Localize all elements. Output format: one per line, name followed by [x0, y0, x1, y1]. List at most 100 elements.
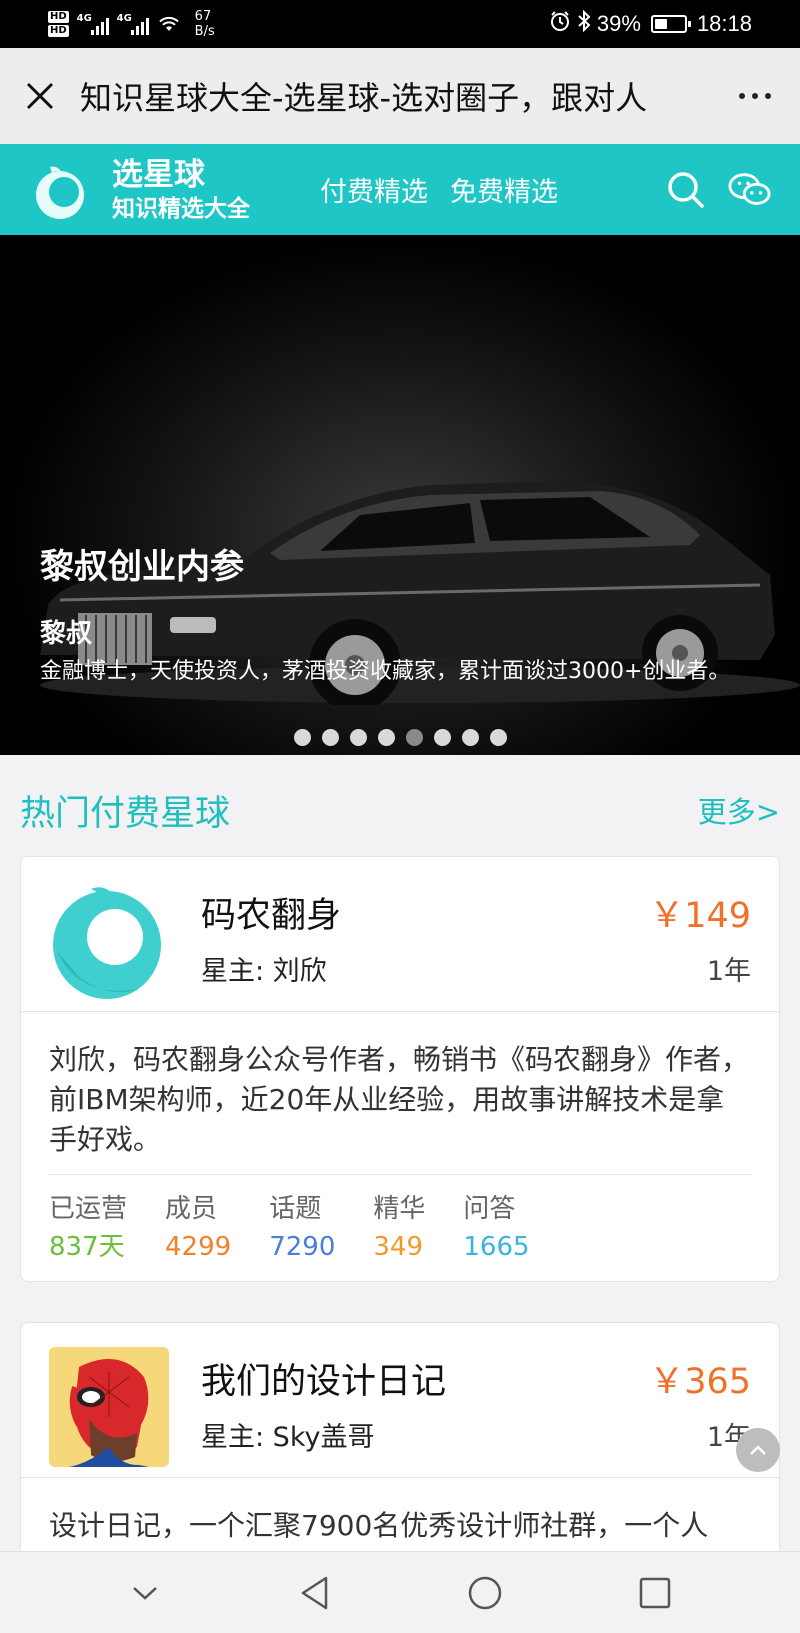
- webview-titlebar: 知识星球大全-选星球-选对圈子，跟对人: [0, 48, 800, 144]
- stat-item: 已运营 837天: [49, 1191, 127, 1267]
- banner-description: 金融博士，天使投资人，茅酒投资收藏家，累计面谈过3000+创业者。: [40, 659, 731, 684]
- hd-indicator: HD HD: [48, 10, 69, 38]
- search-icon: [668, 171, 704, 208]
- close-icon: [26, 82, 54, 110]
- brand-subtitle: 知识精选大全: [112, 195, 250, 222]
- network-speed-unit: B/s: [194, 24, 215, 39]
- card-stats: 已运营 837天 成员 4299 话题 7290 精华 349 问答 1665: [21, 1175, 779, 1267]
- card-description: 刘欣，码农翻身公众号作者，畅销书《码农翻身》作者，前IBM架构师，近20年从业经…: [49, 1043, 750, 1156]
- wechat-icon: [728, 172, 771, 205]
- clock: 18:18: [696, 11, 752, 36]
- section-title: 热门付费星球: [20, 793, 231, 834]
- hd-badge-2: HD: [48, 25, 69, 37]
- planet-card[interactable]: 我们的设计日记 星主: Sky盖哥 ￥365 1年 设计日记，一个汇聚7900名…: [20, 1322, 780, 1582]
- carousel-dot[interactable]: [461, 729, 479, 746]
- card-name: 我们的设计日记: [201, 1362, 447, 1402]
- stat-value: 837天: [49, 1232, 125, 1262]
- recents-button[interactable]: [625, 1563, 685, 1623]
- card-name: 码农翻身: [201, 896, 342, 936]
- carousel-dot[interactable]: [433, 729, 451, 746]
- alarm-icon: [549, 10, 571, 38]
- nav-paid-picks[interactable]: 付费精选: [320, 170, 428, 209]
- card-period: 1年: [706, 956, 751, 987]
- signal-icon-1: 4G: [77, 13, 109, 35]
- card-price: ￥149: [649, 896, 751, 936]
- stat-value: 4299: [165, 1232, 232, 1262]
- wechat-button[interactable]: [728, 168, 772, 212]
- banner-caption: 黎叔创业内参 黎叔 金融博士，天使投资人，茅酒投资收藏家，累计面谈过3000+创…: [40, 545, 760, 689]
- carousel-dot[interactable]: [405, 729, 423, 746]
- dot-icon: [739, 93, 745, 99]
- carousel-dot[interactable]: [349, 729, 367, 746]
- stat-label: 话题: [269, 1194, 322, 1224]
- planet-logo-icon: [36, 166, 84, 219]
- carousel-dot[interactable]: [489, 729, 507, 746]
- nav-free-picks[interactable]: 免费精选: [450, 170, 558, 209]
- card-header: 我们的设计日记 星主: Sky盖哥 ￥365 1年: [21, 1323, 779, 1478]
- stat-value: 1665: [463, 1232, 530, 1262]
- status-left: HD HD 4G 4G 67 B/s: [48, 9, 215, 39]
- system-nav-bar: [0, 1551, 800, 1633]
- status-right: 39% 18:18: [549, 9, 752, 38]
- search-button[interactable]: [664, 168, 708, 212]
- carousel-dots[interactable]: [0, 729, 800, 746]
- network-type-2: 4G: [116, 13, 132, 24]
- brand-name: 选星球: [112, 156, 205, 193]
- section-header: 热门付费星球 更多>: [20, 785, 780, 835]
- carousel-dot[interactable]: [377, 729, 395, 746]
- brand[interactable]: 选星球 知识精选大全: [112, 156, 250, 224]
- card-owner: 星主: Sky盖哥: [201, 1422, 375, 1453]
- home-circle-icon: [468, 1576, 502, 1609]
- network-type-1: 4G: [76, 13, 92, 24]
- battery-icon: [650, 15, 691, 33]
- home-button[interactable]: [455, 1563, 515, 1623]
- carousel-dot[interactable]: [293, 729, 311, 746]
- site-logo[interactable]: [30, 159, 92, 221]
- close-button[interactable]: [0, 48, 80, 144]
- more-options-button[interactable]: [710, 48, 800, 144]
- signal-icon-2: 4G: [117, 13, 149, 35]
- avatar: [49, 881, 169, 1001]
- back-button[interactable]: [285, 1563, 345, 1623]
- site-header: 选星球 知识精选大全 付费精选 免费精选: [0, 144, 800, 235]
- dot-icon: [765, 93, 771, 99]
- stat-item: 话题 7290: [269, 1191, 335, 1267]
- card-price: ￥365: [649, 1362, 751, 1402]
- stat-label: 已运营: [49, 1194, 128, 1224]
- chevron-up-icon: [750, 1445, 766, 1455]
- card-description: 设计日记，一个汇聚7900名优秀设计师社群，一个人: [49, 1509, 709, 1542]
- stat-label: 精华: [373, 1194, 426, 1224]
- dot-icon: [752, 93, 758, 99]
- stat-value: 7290: [269, 1232, 336, 1262]
- network-speed-value: 67: [194, 9, 212, 24]
- stat-item: 问答 1665: [463, 1191, 529, 1267]
- stat-item: 精华 349: [373, 1191, 425, 1267]
- planet-logo-icon: [49, 881, 169, 1001]
- status-bar: HD HD 4G 4G 67 B/s 39% 18:18: [0, 0, 800, 48]
- planet-card[interactable]: 码农翻身 星主: 刘欣 ￥149 1年 刘欣，码农翻身公众号作者，畅销书《码农翻…: [20, 856, 780, 1282]
- stat-item: 成员 4299: [165, 1191, 231, 1267]
- hide-nav-button[interactable]: [115, 1563, 175, 1623]
- more-link[interactable]: 更多>: [698, 789, 780, 831]
- header-icons: [664, 168, 772, 212]
- spiderman-avatar-icon: [49, 1347, 169, 1467]
- wifi-icon: [157, 15, 181, 33]
- battery-fill: [654, 19, 667, 29]
- stat-value: 349: [373, 1232, 423, 1262]
- banner-author: 黎叔: [40, 619, 93, 649]
- card-header: 码农翻身 星主: 刘欣 ￥149 1年: [21, 857, 779, 1012]
- bluetooth-icon: [577, 9, 591, 38]
- page-title: 知识星球大全-选星球-选对圈子，跟对人: [80, 79, 648, 117]
- stat-label: 问答: [463, 1194, 516, 1224]
- banner-title: 黎叔创业内参: [40, 547, 244, 587]
- recents-square-icon: [639, 1577, 671, 1608]
- stat-label: 成员: [165, 1194, 218, 1224]
- banner-carousel[interactable]: 黎叔创业内参 黎叔 金融博士，天使投资人，茅酒投资收藏家，累计面谈过3000+创…: [0, 235, 800, 755]
- avatar: [49, 1347, 169, 1467]
- carousel-dot[interactable]: [321, 729, 339, 746]
- main-nav: 付费精选 免费精选: [320, 170, 558, 209]
- card-owner: 星主: 刘欣: [201, 956, 327, 987]
- back-to-top-button[interactable]: [736, 1428, 780, 1472]
- battery-percent: 39%: [596, 11, 641, 36]
- back-triangle-icon: [301, 1576, 328, 1609]
